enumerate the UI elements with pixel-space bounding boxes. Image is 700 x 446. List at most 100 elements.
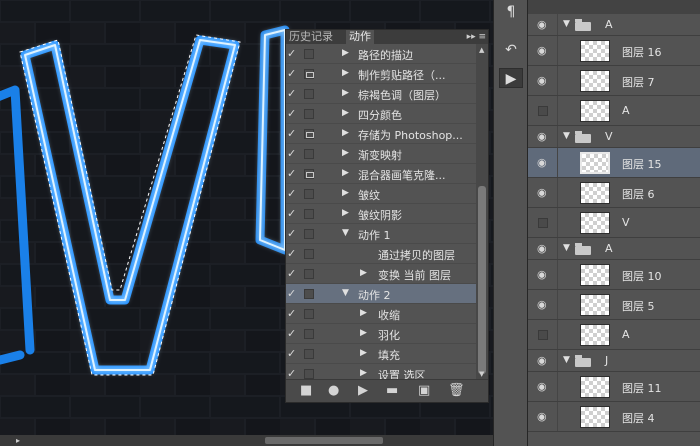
record-icon[interactable]: ● (328, 383, 339, 398)
dialog-toggle-icon[interactable] (304, 149, 314, 159)
layer-row[interactable]: ◉ 图层 6 (528, 178, 700, 208)
tab-actions[interactable]: 动作 (346, 30, 374, 44)
play-icon[interactable]: ▶ (358, 383, 368, 398)
group-collapse-triangle-icon[interactable]: ▼ (563, 355, 570, 365)
expand-triangle-icon[interactable]: ▶ (342, 88, 349, 98)
actions-play-icon[interactable]: ▶ (499, 68, 523, 88)
action-row[interactable]: ✓ ▶ 填充 (286, 344, 476, 364)
dialog-toggle-icon[interactable] (304, 89, 314, 99)
dialog-toggle-icon[interactable] (304, 349, 314, 359)
layer-thumbnail[interactable] (580, 376, 610, 398)
scroll-up-icon[interactable]: ▲ (479, 46, 484, 54)
new-set-icon[interactable]: ▬ (386, 383, 398, 398)
layer-row[interactable]: ◉ 图层 16 (528, 36, 700, 66)
canvas-horizontal-scrollbar[interactable]: ▸ (0, 435, 493, 446)
visibility-eye-icon[interactable]: ◉ (537, 410, 547, 423)
action-row[interactable]: ✓ ▼ 动作 2 (286, 284, 476, 304)
new-action-icon[interactable]: ▣ (418, 383, 430, 398)
toggle-checkmark-icon[interactable]: ✓ (287, 167, 299, 180)
layer-thumbnail[interactable] (580, 152, 610, 174)
dialog-toggle-icon[interactable] (304, 269, 314, 279)
toggle-checkmark-icon[interactable]: ✓ (287, 347, 299, 360)
toggle-checkmark-icon[interactable]: ✓ (287, 267, 299, 280)
layer-row[interactable]: V (528, 208, 700, 238)
action-row[interactable]: ✓ ▶ 路径的描边 (286, 44, 476, 64)
panel-menu-icon[interactable]: ▸▸ ≡ (467, 30, 486, 44)
expand-triangle-icon[interactable]: ▶ (342, 108, 349, 118)
action-row[interactable]: ✓ ▶ 渐变映射 (286, 144, 476, 164)
action-row[interactable]: ✓ ▶ 混合器画笔克隆... (286, 164, 476, 184)
action-row[interactable]: ✓ ▶ 皱纹阴影 (286, 204, 476, 224)
layer-row[interactable]: ◉ 图层 5 (528, 290, 700, 320)
toggle-checkmark-icon[interactable]: ✓ (287, 207, 299, 220)
layer-row[interactable]: ◉ 图层 11 (528, 372, 700, 402)
dialog-toggle-icon[interactable] (304, 49, 314, 59)
visibility-eye-icon[interactable]: ◉ (537, 156, 547, 169)
dialog-toggle-icon[interactable] (304, 309, 314, 319)
scrollbar-thumb[interactable] (265, 437, 383, 444)
visibility-eye-icon[interactable]: ◉ (537, 380, 547, 393)
collapse-triangle-icon[interactable]: ▼ (342, 288, 349, 298)
group-collapse-triangle-icon[interactable]: ▼ (563, 131, 570, 141)
expand-triangle-icon[interactable]: ▶ (360, 328, 367, 338)
toggle-checkmark-icon[interactable]: ✓ (287, 307, 299, 320)
layer-thumbnail[interactable] (580, 70, 610, 92)
stop-icon[interactable]: ■ (300, 383, 312, 398)
history-icon[interactable]: ↶ (499, 40, 523, 60)
dialog-toggle-icon[interactable] (304, 329, 314, 339)
action-row[interactable]: ✓ ▶ 存储为 Photoshop... (286, 124, 476, 144)
group-collapse-triangle-icon[interactable]: ▼ (563, 243, 570, 253)
dialog-toggle-icon[interactable] (304, 209, 314, 219)
dialog-toggle-icon[interactable] (304, 229, 314, 239)
expand-triangle-icon[interactable]: ▶ (342, 208, 349, 218)
visibility-eye-icon[interactable]: ◉ (537, 74, 547, 87)
dialog-toggle-icon[interactable] (304, 189, 314, 199)
toggle-checkmark-icon[interactable]: ✓ (287, 47, 299, 60)
expand-triangle-icon[interactable]: ▶ (342, 148, 349, 158)
dialog-toggle-icon[interactable] (304, 169, 314, 179)
layer-row[interactable]: ◉ 图层 10 (528, 260, 700, 290)
expand-triangle-icon[interactable]: ▶ (360, 368, 367, 378)
layer-row[interactable]: ◉ 图层 4 (528, 402, 700, 432)
action-row[interactable]: ✓ ▶ 四分颜色 (286, 104, 476, 124)
toggle-checkmark-icon[interactable]: ✓ (287, 227, 299, 240)
action-row[interactable]: ✓ ▶ 收缩 (286, 304, 476, 324)
expand-triangle-icon[interactable]: ▶ (360, 348, 367, 358)
expand-triangle-icon[interactable]: ▶ (342, 188, 349, 198)
layer-thumbnail[interactable] (580, 182, 610, 204)
toggle-checkmark-icon[interactable]: ✓ (287, 287, 299, 300)
dialog-toggle-icon[interactable] (304, 69, 314, 79)
layer-group-row[interactable]: ◉ ▼ A (528, 14, 700, 36)
action-row[interactable]: ✓ ▶ 棕褐色调（图层） (286, 84, 476, 104)
visibility-eye-icon[interactable]: ◉ (537, 44, 547, 57)
toggle-checkmark-icon[interactable]: ✓ (287, 67, 299, 80)
action-row[interactable]: ✓ ▶ 制作剪贴路径（... (286, 64, 476, 84)
toggle-checkmark-icon[interactable]: ✓ (287, 187, 299, 200)
action-row[interactable]: ✓ ▶ 变换 当前 图层 (286, 264, 476, 284)
visibility-eye-icon[interactable]: ◉ (537, 242, 547, 255)
layer-thumbnail[interactable] (580, 294, 610, 316)
layer-thumbnail[interactable] (580, 324, 610, 346)
action-row[interactable]: ✓ ▶ 羽化 (286, 324, 476, 344)
layer-group-row[interactable]: ◉ ▼ A (528, 238, 700, 260)
visibility-eye-icon[interactable]: ◉ (537, 354, 547, 367)
tab-history[interactable]: 历史记录 (286, 30, 336, 44)
scrollbar-thumb[interactable] (478, 186, 486, 374)
dialog-toggle-icon[interactable] (304, 369, 314, 379)
expand-triangle-icon[interactable]: ▶ (342, 68, 349, 78)
layer-row[interactable]: A (528, 96, 700, 126)
expand-triangle-icon[interactable]: ▶ (360, 268, 367, 278)
scroll-arrow-icon[interactable]: ▸ (16, 436, 20, 445)
expand-triangle-icon[interactable]: ▶ (342, 48, 349, 58)
dialog-toggle-icon[interactable] (304, 289, 314, 299)
visibility-eye-icon[interactable]: ◉ (537, 186, 547, 199)
toggle-checkmark-icon[interactable]: ✓ (287, 147, 299, 160)
layer-thumbnail[interactable] (580, 264, 610, 286)
collapse-triangle-icon[interactable]: ▼ (342, 228, 349, 238)
visibility-eye-icon[interactable]: ◉ (537, 130, 547, 143)
visibility-eye-icon[interactable]: ◉ (537, 18, 547, 31)
visibility-eye-icon[interactable]: ◉ (537, 268, 547, 281)
actions-vertical-scrollbar[interactable]: ▲ ▼ (476, 44, 488, 380)
dialog-toggle-icon[interactable] (304, 109, 314, 119)
layer-thumbnail[interactable] (580, 100, 610, 122)
